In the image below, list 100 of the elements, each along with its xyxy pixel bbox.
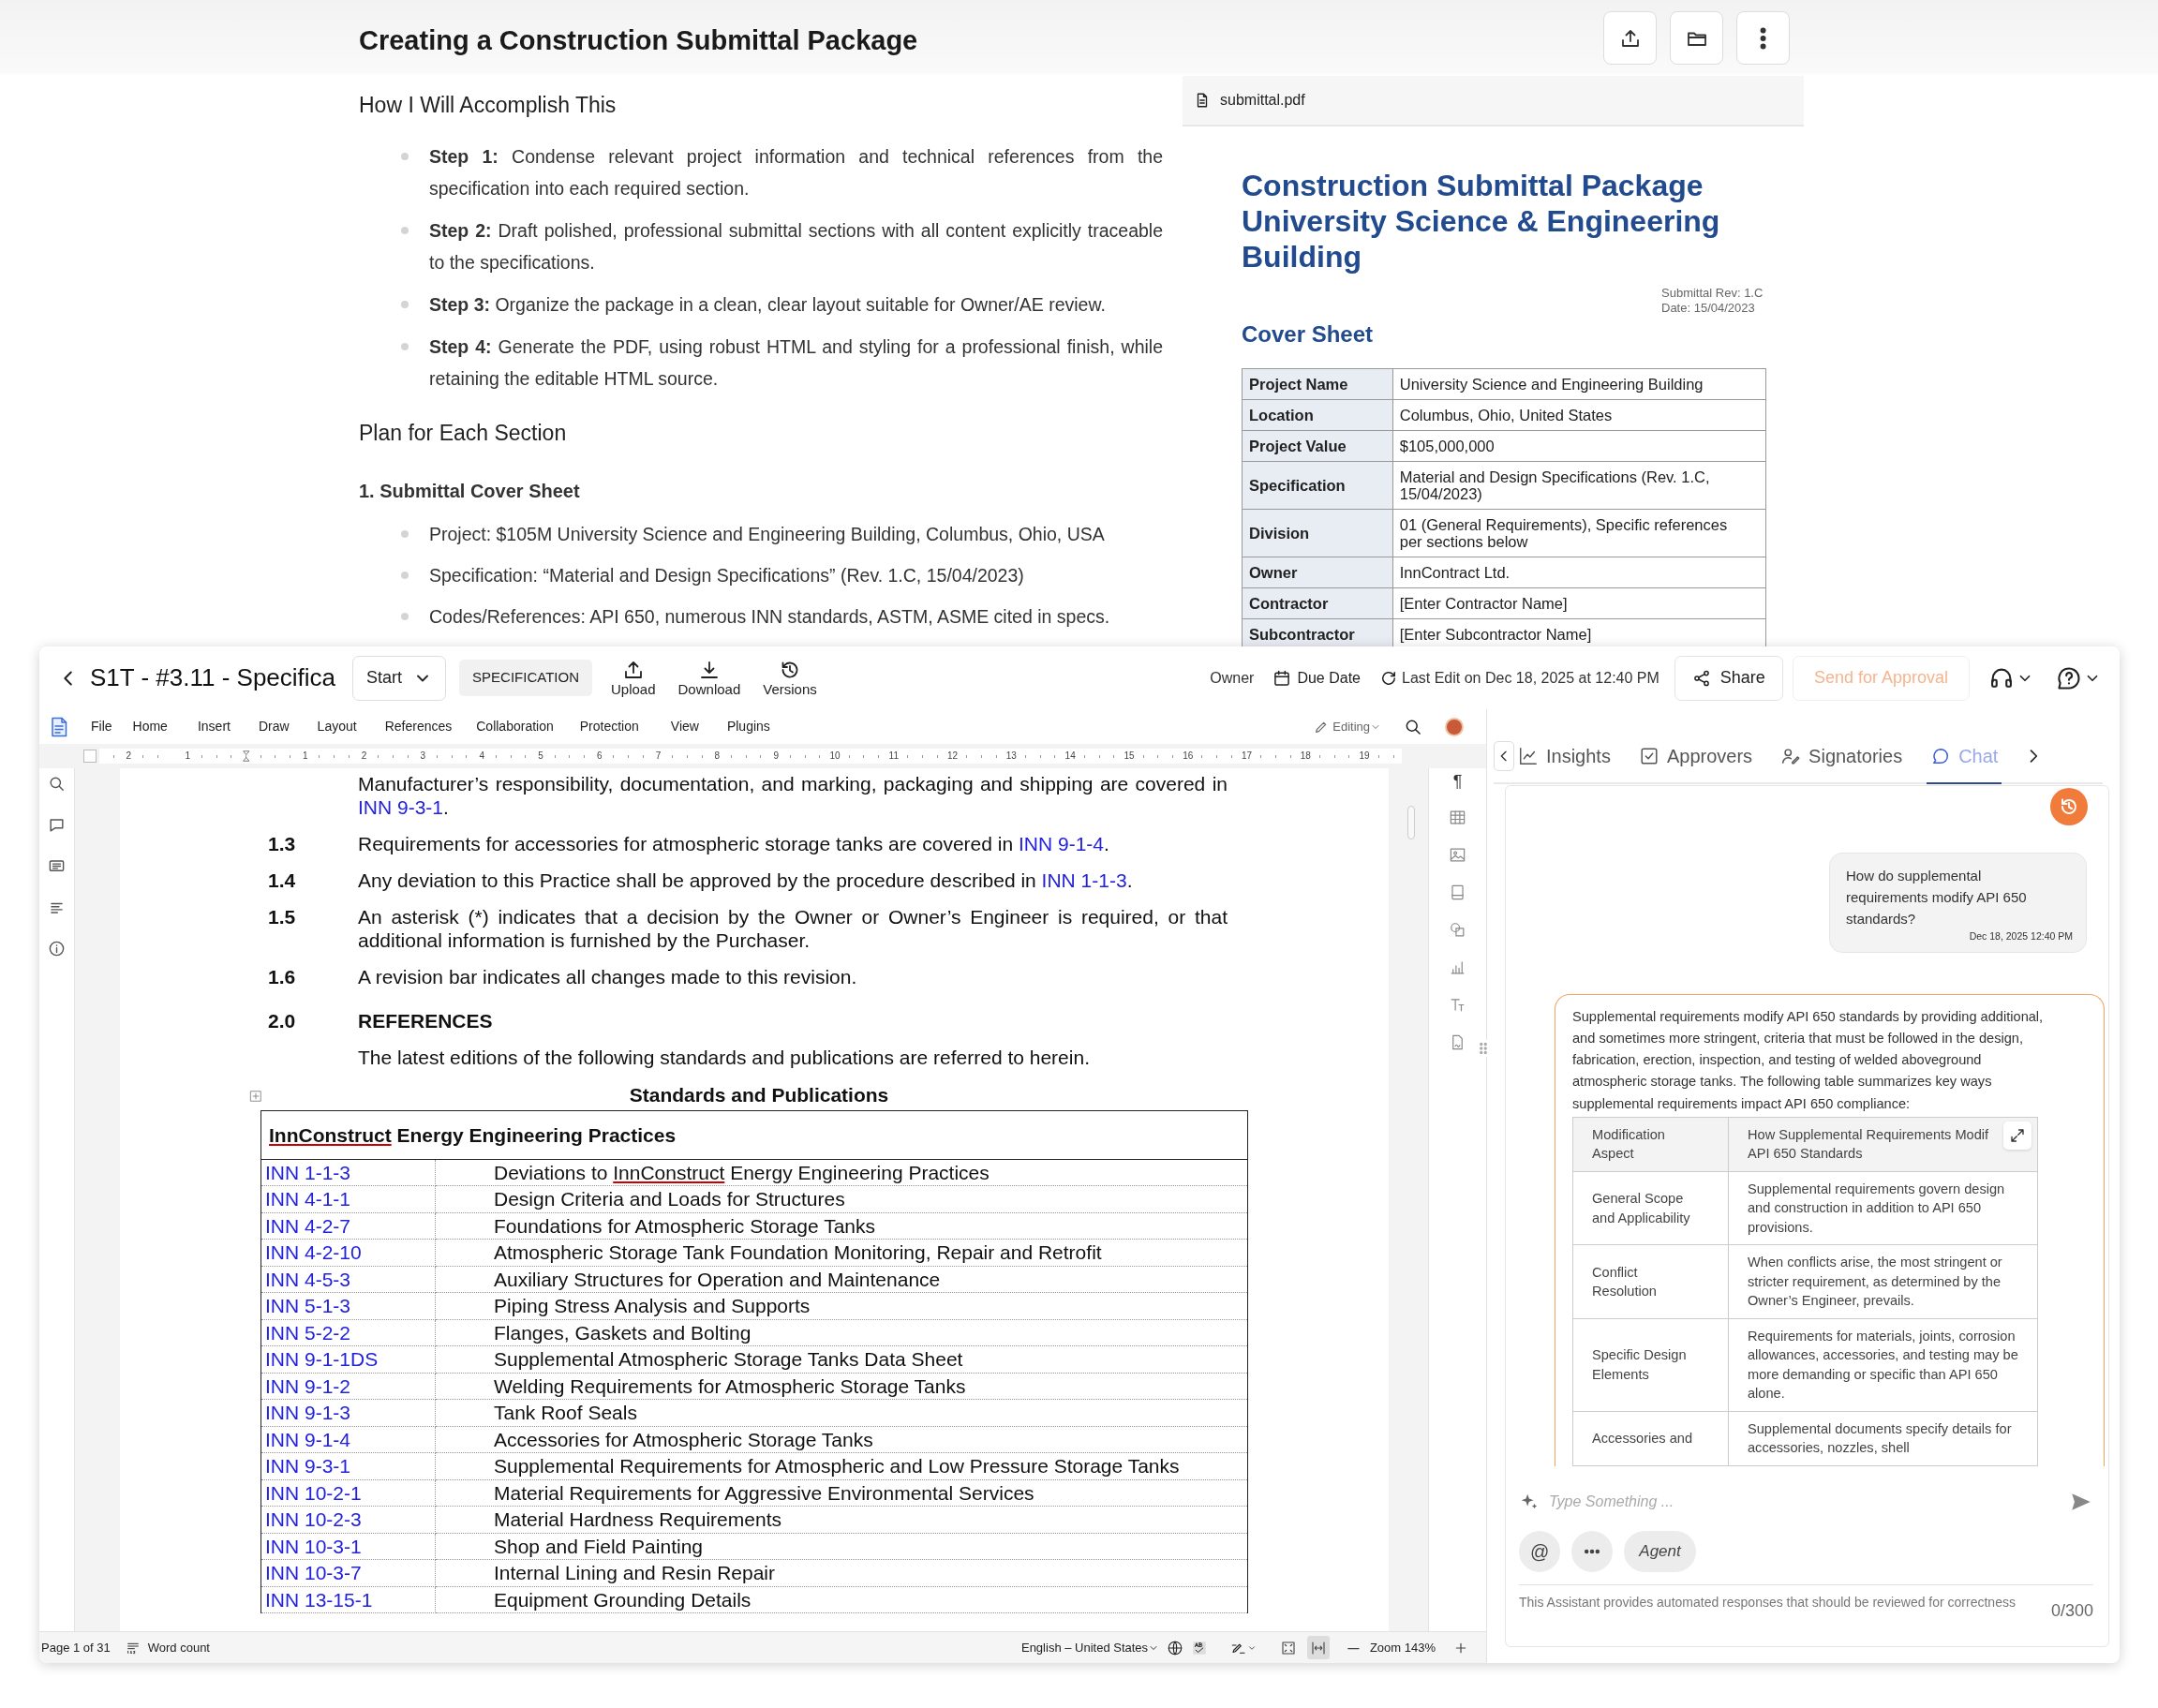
table-cell: Shop and Field Painting <box>435 1533 1248 1560</box>
menu-item[interactable]: Plugins <box>726 717 770 736</box>
column-header: Modification Aspect <box>1572 1117 1729 1172</box>
ruler-number: 15 <box>1122 750 1137 761</box>
status-dropdown[interactable]: Start <box>352 655 447 701</box>
fit-page-icon <box>1280 1640 1298 1657</box>
bullet-text: Project: $105M University Science and Engineering Building, Columbus, Ohio, USA <box>429 523 1105 546</box>
document-link[interactable]: INN 9-1-4 <box>1019 833 1105 854</box>
section-heading: Plan for Each Section <box>359 419 568 447</box>
ruler-number: 12 <box>945 750 960 761</box>
revision-info: Submittal Rev: 1.C Date: 15/04/2023 <box>1661 286 1764 316</box>
editing-mode-dropdown[interactable]: Editing <box>1314 717 1381 736</box>
ruler-number: 3 <box>418 750 428 761</box>
word-count-button[interactable]: Word count <box>125 1638 210 1657</box>
ruler-number: 18 <box>1298 750 1313 761</box>
menu-item[interactable]: Draw <box>258 717 290 736</box>
spell-check-icon <box>1191 1639 1209 1656</box>
table-cell: Deviations to InnConstruct Energy Engineering Practices <box>435 1159 1248 1186</box>
bullet-icon <box>401 572 409 579</box>
tab[interactable]: Insights <box>1514 729 1615 784</box>
field-label: Specification <box>1242 461 1393 510</box>
upload-button[interactable] <box>1603 11 1657 65</box>
page-icon <box>1449 884 1466 902</box>
language-dropdown[interactable]: English – United States <box>1020 1638 1160 1657</box>
paragraph-text: Manufacturer’s responsibility, documentation, and marking, packaging and shipping are covered in INN 9-3-1. <box>358 772 1228 819</box>
table-cell: Atmospheric Storage Tank Foundation Monitoring, Repair and Retrofit <box>435 1239 1248 1266</box>
message-text: Supplemental requirements modify API 650 standards by providing additional, and sometimes more stringent, criteria that must be followed in the design, fabrication, erection, inspection, and testing of welded aboveground atmospheric storage tanks. The following table summarizes key ways supplemental requirements impact API 650 compliance: <box>1572 1007 2045 1113</box>
table-cell: Tank Roof Seals <box>435 1399 1248 1426</box>
bullet-icon <box>401 530 409 538</box>
tab[interactable]: Signatories <box>1777 729 1907 784</box>
table-cell: Equipment Grounding Details <box>435 1586 1248 1613</box>
section-number: 1.6 <box>268 965 297 988</box>
scrollbar-thumb[interactable] <box>1407 806 1415 839</box>
table-cell: Specific Design Elements <box>1572 1318 1729 1412</box>
field-value: 01 (General Requirements), Specific references per sections below <box>1392 509 1766 557</box>
table-cell: Supplemental requirements govern design and construction in addition to API 650 provisions. <box>1728 1171 2038 1245</box>
mention-button[interactable]: @ <box>1519 1531 1561 1572</box>
section-number: 1.5 <box>268 905 297 929</box>
agent-button[interactable]: Agent <box>1624 1531 1696 1572</box>
bullet-icon <box>401 342 409 350</box>
more-button[interactable] <box>1571 1531 1614 1572</box>
ruler-number: 10 <box>827 750 842 761</box>
field-value: University Science and Engineering Building <box>1392 368 1766 400</box>
share-button[interactable]: Share <box>1674 655 1783 701</box>
table-cell: Piping Stress Analysis and Supports <box>435 1292 1248 1319</box>
section-heading: How I Will Accomplish This <box>359 92 618 119</box>
menu-item[interactable]: References <box>384 717 453 736</box>
checkbox-icon <box>1638 745 1659 766</box>
document-link[interactable]: INN 1-1-3 <box>1041 869 1127 891</box>
menu-item[interactable]: Protection <box>579 717 639 736</box>
section-number: 2.0 <box>268 1009 297 1032</box>
owner-label: Owner <box>1210 668 1255 688</box>
column-header: How Supplemental Requirements Modif API 650 Standards <box>1728 1117 2038 1172</box>
bullet-text: Codes/References: API 650, numerous INN standards, ASTM, ASME cited in specs. <box>429 605 1110 629</box>
menu-item[interactable]: View <box>670 717 699 736</box>
chat-input[interactable]: Type Something ... <box>1547 1490 2061 1514</box>
table-header: InnConstruct Energy Engineering Practices <box>260 1110 1248 1159</box>
search-icon <box>48 775 66 794</box>
menu-item[interactable]: Layout <box>317 717 357 736</box>
step-text: Step 4: Generate the PDF, using robust HTML and styling for a professional finish, while retaining the editable HTML source. <box>429 334 1163 391</box>
table-cell: Foundations for Atmospheric Storage Tanks <box>435 1212 1248 1240</box>
menu-item[interactable]: Home <box>132 717 168 736</box>
folder-button[interactable] <box>1670 11 1723 65</box>
table-cell: Accessories for Atmospheric Storage Tanks <box>435 1426 1248 1453</box>
due-date-button[interactable]: Due Date <box>1269 662 1364 693</box>
bullet-text: Specification: “Material and Design Specifications” (Rev. 1.C, 15/04/2023) <box>429 564 1024 587</box>
table-cell: Supplemental Atmospheric Storage Tanks Data Sheet <box>435 1345 1248 1373</box>
table-caption: Standards and Publications <box>628 1083 890 1107</box>
minus-icon <box>1347 1646 1360 1650</box>
document-title: Construction Submittal Package University Science & Engineering Building <box>1242 168 1721 275</box>
step-text: Step 1: Condense relevant project information and technical references from the specification into each required section. <box>429 144 1163 201</box>
table-cell: Supplemental Requirements for Atmospheric and Low Pressure Storage Tanks <box>435 1452 1248 1479</box>
paragraph-text: An asterisk (*) indicates that a decision by the Owner or Owner’s Engineer is required, or that additional information is furnished by the Purchaser. <box>358 905 1228 952</box>
ruler-number: 6 <box>595 750 604 761</box>
page-title: Creating a Construction Submittal Package <box>359 24 919 57</box>
document-link[interactable]: INN 9-3-1 <box>358 796 444 818</box>
page-count: Page 1 of 31 <box>41 1639 111 1656</box>
ruler-number: 14 <box>1063 750 1078 761</box>
menu-item[interactable]: Insert <box>197 717 231 736</box>
tab[interactable]: Approvers <box>1634 729 1757 784</box>
download-button[interactable]: Download <box>674 658 745 698</box>
ruler-number: 1 <box>183 750 192 761</box>
expand-button[interactable] <box>2003 1121 2031 1150</box>
paragraph-marks-button[interactable]: ¶ <box>1452 772 1463 791</box>
expand-icon <box>2009 1126 2026 1144</box>
bullet-icon <box>401 300 409 308</box>
more-button[interactable] <box>1736 11 1790 65</box>
scroll-left-button[interactable] <box>1494 740 1514 771</box>
field-value: $105,000,000 <box>1392 430 1766 462</box>
table-cell: Material Hardness Requirements <box>435 1506 1248 1533</box>
step-text: Step 2: Draft polished, professional submittal sections with all content explicitly traceable to the specifications. <box>429 218 1163 275</box>
fit-width-button[interactable] <box>1307 1635 1331 1660</box>
share-icon <box>1691 668 1711 688</box>
table-cell: Welding Requirements for Atmospheric Storage Tanks <box>435 1373 1248 1400</box>
upload-button[interactable]: Upload <box>607 658 660 698</box>
table-cell: Requirements for materials, joints, corrosion allowances, accessories, and testing may be more demanding or specific than API 650 alone. <box>1728 1318 2038 1412</box>
history-button[interactable] <box>2050 788 2088 825</box>
menu-item[interactable]: File <box>91 717 112 736</box>
versions-button[interactable]: Versions <box>759 658 821 698</box>
menu-item[interactable]: Collaboration <box>476 717 554 736</box>
